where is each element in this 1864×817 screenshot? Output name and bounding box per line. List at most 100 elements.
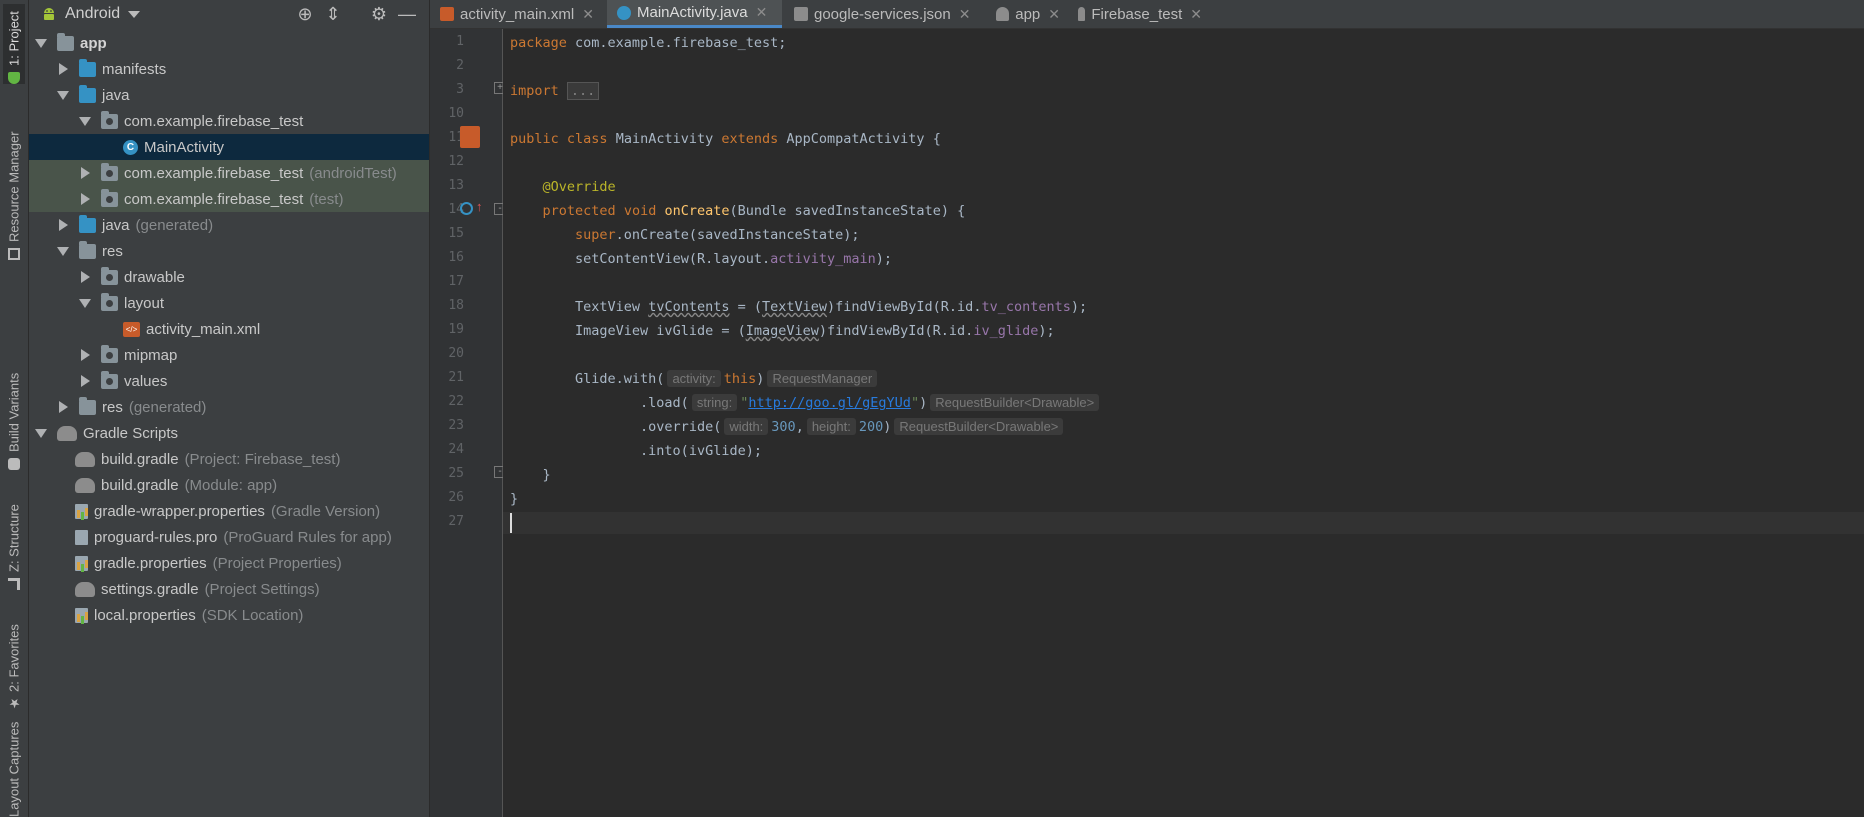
tree-item-build-gradle-module[interactable]: build.gradle (Module: app) [29, 472, 429, 498]
code-line-23: .override(width: 300, height: 200) RequestBu… [510, 416, 1066, 438]
tree-item-package[interactable]: com.example.firebase_test [29, 108, 429, 134]
close-icon[interactable]: ✕ [1048, 6, 1060, 23]
folded-imports[interactable]: ... [566, 82, 600, 100]
tree-item-java-generated[interactable]: java (generated) [29, 212, 429, 238]
line-number: 19 [448, 322, 464, 337]
url-link[interactable]: http://goo.gl/gEgYUd [748, 395, 911, 411]
tree-item-label: MainActivity [144, 138, 225, 156]
line-number: 14 [448, 202, 464, 217]
expand-arrow-icon[interactable] [35, 37, 47, 49]
tree-item-layout[interactable]: layout [29, 290, 429, 316]
close-icon[interactable]: ✕ [959, 6, 971, 23]
line-number: 17 [448, 274, 464, 289]
tree-item-activity-main-xml[interactable]: </> activity_main.xml [29, 316, 429, 342]
gradle-icon [75, 451, 95, 467]
expand-arrow-icon[interactable] [79, 193, 91, 205]
expand-arrow-icon[interactable] [79, 115, 91, 127]
tree-item-build-gradle-project[interactable]: build.gradle (Project: Firebase_test) [29, 446, 429, 472]
tree-item-res-generated[interactable]: res (generated) [29, 394, 429, 420]
expand-arrow-icon[interactable] [79, 271, 91, 283]
properties-file-icon [75, 555, 88, 571]
json-file-icon [794, 7, 808, 21]
expand-arrow-icon[interactable] [57, 401, 69, 413]
parameter-hint: string: [691, 394, 738, 411]
close-icon[interactable]: ✕ [582, 6, 594, 23]
parameter-hint: width: [724, 418, 769, 435]
collapse-all-icon[interactable]: ⇕ [323, 4, 343, 24]
tree-item-settings-gradle[interactable]: settings.gradle (Project Settings) [29, 576, 429, 602]
tree-item-local-properties[interactable]: local.properties (SDK Location) [29, 602, 429, 628]
expand-arrow-icon[interactable] [79, 375, 91, 387]
expand-arrow-icon[interactable] [57, 89, 69, 101]
expand-arrow-icon[interactable] [79, 167, 91, 179]
chevron-down-icon[interactable] [128, 10, 141, 18]
tree-item-label: local.properties [94, 606, 196, 624]
expand-arrow-icon[interactable] [57, 63, 69, 75]
tool-tab-structure[interactable]: Z: Structure [3, 495, 25, 590]
view-mode-selector[interactable]: Android [65, 5, 120, 23]
tree-item-java[interactable]: java [29, 82, 429, 108]
line-number: 16 [448, 250, 464, 265]
parameter-hint: height: [806, 418, 856, 435]
tool-tab-project[interactable]: 1: Project [3, 4, 25, 84]
tree-item-proguard-rules[interactable]: proguard-rules.pro (ProGuard Rules for a… [29, 524, 429, 550]
tree-item-label: gradle.properties [94, 554, 207, 572]
tab-mainactivity-java[interactable]: MainActivity.java ✕ [607, 0, 782, 28]
tool-tab-build-variants[interactable]: Build Variants [3, 360, 25, 470]
close-icon[interactable]: ✕ [1190, 6, 1202, 23]
gradle-icon [75, 581, 95, 597]
tree-item-qualifier: (ProGuard Rules for app) [223, 528, 392, 546]
tab-activity-main-xml[interactable]: activity_main.xml ✕ [430, 0, 605, 28]
gradle-icon [57, 425, 77, 441]
tree-item-values[interactable]: values [29, 368, 429, 394]
editor-gutter[interactable]: 1 2 3 10 11 12 13 14 15 16 17 18 19 20 2… [430, 29, 506, 817]
tree-item-gradle-properties[interactable]: gradle.properties (Project Properties) [29, 550, 429, 576]
code-editor[interactable]: package com.example.firebase_test; impor… [503, 29, 1864, 817]
tree-item-mainactivity[interactable]: C MainActivity [29, 134, 429, 160]
layout-preview-icon[interactable] [460, 126, 480, 148]
tab-google-services-json[interactable]: google-services.json ✕ [784, 0, 984, 28]
expand-arrow-icon[interactable] [57, 245, 69, 257]
folder-icon [79, 58, 96, 77]
tool-tab-label: Z: Structure [6, 504, 22, 572]
hide-icon[interactable]: — [397, 4, 417, 24]
tab-label: app [1015, 5, 1041, 23]
line-number: 20 [448, 346, 464, 361]
close-icon[interactable]: ✕ [756, 4, 768, 21]
tree-item-app[interactable]: app [29, 30, 429, 56]
tree-item-label: Gradle Scripts [83, 424, 179, 442]
tree-item-manifests[interactable]: manifests [29, 56, 429, 82]
tree-item-gradle-scripts[interactable]: Gradle Scripts [29, 420, 429, 446]
override-method-icon[interactable] [460, 202, 473, 215]
tree-item-res[interactable]: res [29, 238, 429, 264]
tool-tab-resource-manager[interactable]: Resource Manager [3, 110, 25, 260]
code-line-13: @Override [542, 179, 616, 195]
tree-item-drawable[interactable]: drawable [29, 264, 429, 290]
line-number: 2 [456, 58, 464, 73]
tree-item-package-androidtest[interactable]: com.example.firebase_test (androidTest) [29, 160, 429, 186]
tab-firebase-test[interactable]: Firebase_test ✕ [1068, 0, 1208, 28]
tree-item-gradle-wrapper-properties[interactable]: gradle-wrapper.properties (Gradle Versio… [29, 498, 429, 524]
expand-arrow-icon[interactable] [79, 297, 91, 309]
expand-arrow-icon[interactable] [79, 349, 91, 361]
code-line-11: public class MainActivity extends AppCom… [510, 131, 941, 147]
gradle-icon [1078, 7, 1086, 21]
expand-arrow-icon[interactable] [35, 427, 47, 439]
tree-item-qualifier: (Project: Firebase_test) [184, 450, 341, 468]
line-number: 23 [448, 418, 464, 433]
locate-icon[interactable]: ⊕ [295, 4, 315, 24]
tool-tab-favorites[interactable]: ★ 2: Favorites [3, 615, 25, 710]
tree-item-label: java [102, 216, 130, 234]
code-line-19: ImageView ivGlide = (ImageView)findViewB… [575, 323, 1055, 339]
expand-arrow-icon[interactable] [57, 219, 69, 231]
gear-icon[interactable]: ⚙ [369, 4, 389, 24]
code-line-21: Glide.with(activity: this) RequestManager [510, 368, 880, 390]
line-number: 18 [448, 298, 464, 313]
gradle-icon [75, 477, 95, 493]
tree-item-package-test[interactable]: com.example.firebase_test (test) [29, 186, 429, 212]
arrow-up-icon[interactable]: ↑ [476, 200, 483, 213]
tab-app[interactable]: app ✕ [986, 0, 1066, 28]
tree-item-label: res [102, 398, 123, 416]
tree-item-mipmap[interactable]: mipmap [29, 342, 429, 368]
tool-tab-layout-captures[interactable]: Layout Captures [3, 722, 25, 817]
